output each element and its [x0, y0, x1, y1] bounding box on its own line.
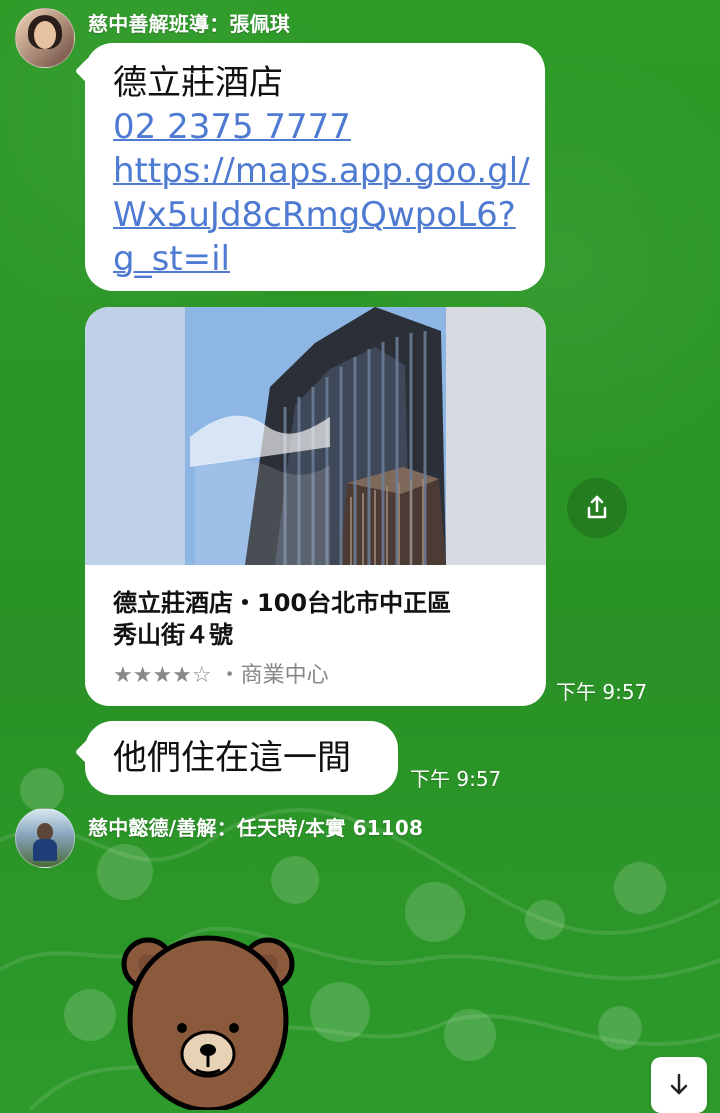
- message-bubble[interactable]: 德立莊酒店 02 2375 7777 https://maps.app.goo.…: [74, 43, 545, 291]
- reply-text: 他們住在這一間: [113, 738, 351, 778]
- sender-name: 慈中善解班導：張佩琪: [88, 12, 290, 36]
- arrow-down-icon: [670, 1073, 688, 1095]
- jacket-icon: [33, 839, 57, 861]
- map-preview-card[interactable]: 德立莊酒店・100台北市中正區 秀山街４號 ★★★★☆ ・商業中心: [85, 307, 546, 706]
- face-icon: [34, 21, 56, 49]
- card-title-line-1: 德立莊酒店・100台北市中正區: [113, 589, 452, 617]
- share-icon: [587, 495, 607, 519]
- reply-time: 下午 9:57: [410, 767, 502, 791]
- card-meta-line: ★★★★☆ ・商業中心: [113, 657, 523, 689]
- reply-bubble[interactable]: 他們住在這一間: [74, 721, 398, 795]
- card-title-line-2: 秀山街４號: [113, 621, 233, 649]
- phone-link[interactable]: 02 2375 7777: [113, 105, 519, 149]
- sender-avatar[interactable]: [15, 8, 75, 68]
- business-category: ・商業中心: [218, 663, 329, 688]
- second-sender-avatar[interactable]: [15, 808, 75, 868]
- message-time: 下午 9:57: [556, 680, 648, 704]
- bear-sticker[interactable]: [118, 924, 298, 1110]
- map-link-part-3[interactable]: g_st=il: [113, 237, 519, 281]
- map-link-part-2[interactable]: Wx5uJd8cRmgQwpoL6?: [113, 193, 519, 237]
- second-sender-name: 慈中懿德/善解：任天時/本實 61108: [88, 816, 424, 840]
- hotel-photo: [85, 307, 546, 565]
- building-image: [85, 307, 546, 565]
- message-line-title: 德立莊酒店: [113, 63, 283, 103]
- card-text-block: 德立莊酒店・100台北市中正區 秀山街４號 ★★★★☆ ・商業中心: [113, 587, 523, 689]
- rating-stars: ★★★★☆: [113, 663, 212, 688]
- map-link-part-1[interactable]: https://maps.app.goo.gl/: [113, 149, 530, 193]
- share-button[interactable]: [567, 478, 627, 538]
- message-text: 德立莊酒店 02 2375 7777 https://maps.app.goo.…: [113, 61, 530, 281]
- scroll-down-button[interactable]: [651, 1057, 707, 1113]
